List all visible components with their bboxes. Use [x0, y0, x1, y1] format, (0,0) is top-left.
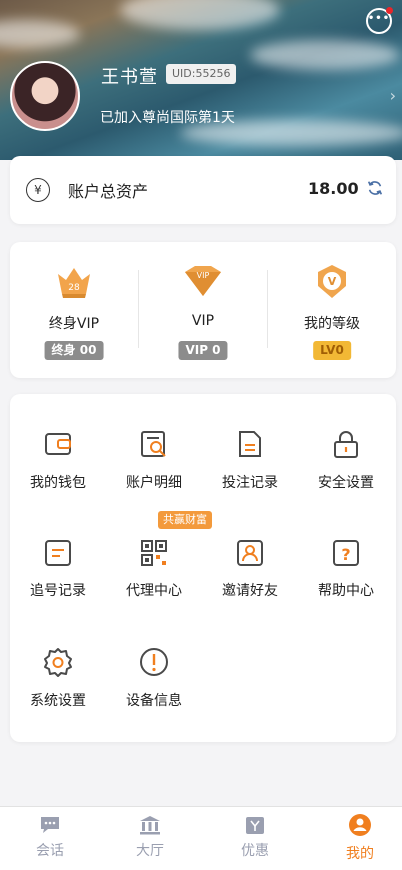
menu-item-system-settings[interactable]: 系统设置 [10, 612, 106, 722]
tab-label: 大厅 [136, 843, 164, 859]
user-icon [349, 814, 371, 836]
menu-item-wallet[interactable]: 我的钱包 [10, 394, 106, 504]
menu-item-label: 安全设置 [318, 475, 374, 491]
menu-item-chase-record[interactable]: 追号记录 [10, 504, 106, 612]
diamond-text: VIP [197, 271, 210, 280]
help-icon: ? [333, 540, 359, 566]
tab-hall[interactable]: 大厅 [100, 807, 200, 870]
level-medal-icon: V [318, 265, 346, 298]
tab-chat[interactable]: 会话 [0, 807, 100, 870]
qr-code-icon [141, 540, 167, 566]
profile-header: ••• 王书萱 UID:55256 已加入尊尚国际第1天 › [0, 0, 402, 160]
menu-item-device-info[interactable]: 设备信息 [106, 612, 202, 722]
unread-dot [386, 7, 393, 14]
tab-label: 会话 [36, 843, 64, 859]
vip-tag: VIP 0 [178, 341, 228, 360]
yen-icon: ¥ [26, 178, 50, 202]
username: 王书萱 [101, 67, 158, 88]
header-bg-decoration [0, 20, 80, 48]
vip-lifetime[interactable]: 28 终身VIP 终身 00 [10, 242, 138, 378]
vip-tag: 终身 00 [44, 341, 104, 360]
bottom-tab-bar: 会话 大厅 优惠 我的 [0, 806, 402, 870]
menu-item-label: 系统设置 [30, 693, 86, 709]
menu-card: 我的钱包 账户明细 投注记录 安全设置 追号记录 代理中心 邀请好友 ? 帮助中… [10, 394, 396, 742]
invite-friend-icon [237, 540, 263, 566]
vip-card: 28 终身VIP 终身 00 VIP VIP VIP 0 V 我的等级 LV0 [10, 242, 396, 378]
promo-tag: 共赢财富 [158, 511, 212, 529]
gear-icon [44, 648, 72, 677]
vip-diamond-icon: VIP [185, 266, 221, 296]
menu-item-label: 帮助中心 [318, 583, 374, 599]
gift-icon [246, 817, 264, 834]
message-button[interactable]: ••• [366, 7, 393, 34]
tab-promotions[interactable]: 优惠 [205, 807, 305, 870]
header-bg-decoration [120, 0, 280, 30]
menu-item-label: 我的钱包 [30, 475, 86, 491]
refresh-icon[interactable] [366, 179, 384, 197]
menu-item-label: 投注记录 [222, 475, 278, 491]
assets-label: 账户总资产 [68, 182, 149, 201]
bet-record-icon [239, 431, 261, 457]
tab-label: 优惠 [241, 843, 269, 859]
tab-label: 我的 [346, 846, 374, 862]
menu-item-label: 账户明细 [126, 475, 182, 491]
chase-record-icon [45, 540, 71, 566]
menu-item-label: 设备信息 [126, 693, 182, 709]
wallet-icon [45, 433, 71, 455]
chat-bubble-icon: ••• [367, 13, 391, 24]
hall-icon [140, 816, 160, 835]
level-tag: LV0 [313, 341, 351, 360]
menu-item-bet-record[interactable]: 投注记录 [202, 394, 298, 504]
tab-mine[interactable]: 我的 [310, 807, 402, 870]
svg-text:V: V [328, 275, 337, 288]
menu-item-security[interactable]: 安全设置 [298, 394, 394, 504]
avatar[interactable] [10, 61, 80, 131]
account-detail-icon [141, 431, 166, 457]
vip-label: 我的等级 [304, 316, 360, 332]
menu-item-account-detail[interactable]: 账户明细 [106, 394, 202, 504]
chat-icon [41, 817, 59, 833]
menu-item-invite[interactable]: 邀请好友 [202, 504, 298, 612]
joined-text: 已加入尊尚国际第1天 [100, 110, 235, 126]
menu-item-label: 邀请好友 [222, 583, 278, 599]
uid-badge: UID:55256 [166, 64, 237, 84]
svg-text:?: ? [341, 545, 350, 564]
header-bg-decoration [250, 40, 400, 70]
vip-level[interactable]: VIP VIP VIP 0 [139, 242, 267, 378]
chevron-right-icon[interactable]: › [390, 86, 396, 105]
assets-value: 18.00 [308, 179, 359, 198]
menu-item-help[interactable]: ? 帮助中心 [298, 504, 394, 612]
info-icon [140, 648, 168, 676]
lock-icon [334, 431, 358, 458]
vip-label: 终身VIP [48, 316, 100, 332]
assets-card[interactable]: ¥ 账户总资产 18.00 [10, 156, 396, 224]
crown-icon: 28 [58, 268, 90, 298]
menu-item-label: 代理中心 [126, 583, 182, 599]
crown-number: 28 [68, 283, 80, 293]
vip-label: VIP [191, 313, 215, 329]
menu-item-label: 追号记录 [30, 583, 86, 599]
my-level[interactable]: V 我的等级 LV0 [268, 242, 396, 378]
